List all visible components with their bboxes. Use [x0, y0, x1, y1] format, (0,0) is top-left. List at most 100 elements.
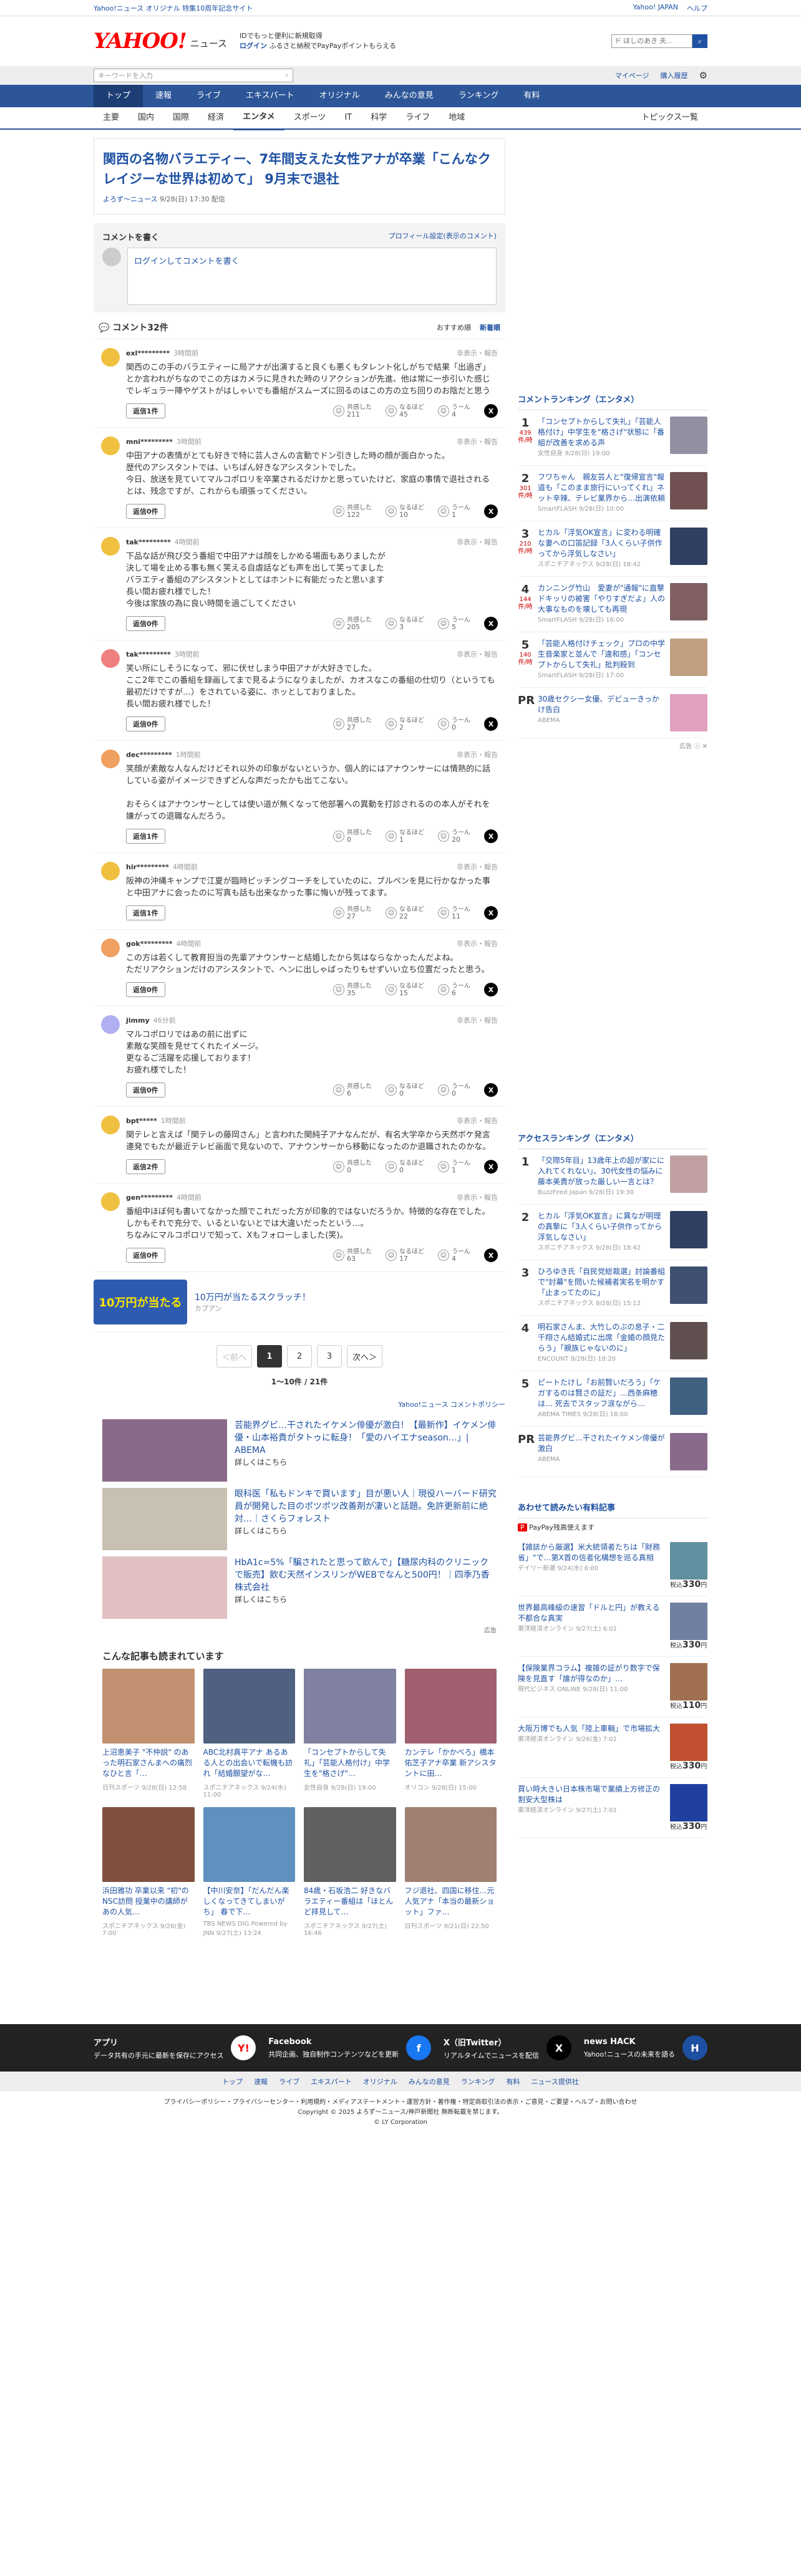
comment-login-textarea[interactable]: ログインしてコメントを書く: [127, 248, 497, 305]
reply-button[interactable]: 返信1件: [126, 905, 165, 920]
recommended-title[interactable]: 浜田雅功 卒業以来 "初"のNSC訪問 授業中の講師があの人気…: [102, 1886, 195, 1918]
reaction-naruhodo[interactable]: ☺ なるほど 2: [386, 717, 424, 731]
ranking-item[interactable]: PR 芸能界グビ…干されたイケメン俳優が激白 ABEMA: [518, 1427, 707, 1477]
sort-new[interactable]: 新着順: [480, 322, 500, 332]
comment-user[interactable]: bpt*****: [126, 1117, 157, 1125]
paid-title[interactable]: 【雑誌から厳選】米大統領者たちは「財務省」"で…第X首の信者化構想を巡る真相 デイ…: [518, 1542, 665, 1589]
report-link[interactable]: 非表示・報告: [457, 649, 498, 659]
recommended-item[interactable]: 【中川安奈】「だんだん楽しくなってきてしまいがち」 春で下… TBS NEWS D…: [203, 1807, 296, 1937]
cat-entertainment[interactable]: エンタメ: [233, 106, 284, 130]
topics-list-link[interactable]: トピックス一覧: [632, 107, 707, 129]
reaction-naruhodo[interactable]: ☺ なるほど 1: [386, 829, 424, 843]
paid-title[interactable]: 買い時大きい日本株市場で業績上方修正の割安大型株は 東洋経済オンライン 9/27(…: [518, 1784, 665, 1831]
reaction-naruhodo[interactable]: ☺ なるほど 22: [386, 906, 424, 920]
web-search-input[interactable]: [611, 34, 692, 48]
keyword-search-input[interactable]: キーワードを入力 ⌕: [94, 69, 293, 82]
article-source[interactable]: よろず～ニュース: [103, 195, 157, 203]
recommended-title[interactable]: フジ退社、四国に移住…元人気アナ「本当の最新ショット」ファ…: [405, 1886, 497, 1918]
x-share-icon[interactable]: X: [484, 404, 498, 418]
x-share-icon[interactable]: X: [484, 983, 498, 996]
sort-recommended[interactable]: おすすめ順: [437, 322, 471, 332]
reply-button[interactable]: 返信2件: [126, 1159, 165, 1174]
reaction-naruhodo[interactable]: ☺ なるほど 0: [386, 1160, 424, 1174]
reaction-hmm[interactable]: ☺ うーん 1: [438, 504, 470, 518]
comment-ranking-heading[interactable]: コメントランキング（エンタメ）: [518, 388, 707, 410]
reaction-empathy[interactable]: ☺ 共感した 35: [333, 983, 372, 996]
nav-top[interactable]: トップ: [94, 85, 143, 107]
reaction-naruhodo[interactable]: ☺ なるほど 17: [386, 1248, 424, 1262]
x-share-icon[interactable]: X: [484, 504, 498, 518]
recommended-item[interactable]: 浜田雅功 卒業以来 "初"のNSC訪問 授業中の講師があの人気… スポニチアネック…: [102, 1807, 195, 1937]
yahoo-news-logo[interactable]: YAHOO! ニュース: [94, 29, 227, 54]
reaction-empathy[interactable]: ☺ 共感した 205: [333, 617, 372, 630]
nav-paid[interactable]: 有料: [511, 85, 552, 107]
x-icon[interactable]: X: [546, 2035, 572, 2060]
x-share-icon[interactable]: X: [484, 1248, 498, 1262]
nav-live[interactable]: ライブ: [184, 85, 233, 107]
ad-item[interactable]: 芸能界グビ…干されたイケメン俳優が激白！【最新作】イケメン俳優・山本裕貴がタトゥ…: [102, 1419, 497, 1482]
comment-user[interactable]: hir*********: [126, 863, 169, 871]
reaction-hmm[interactable]: ☺ うーん 4: [438, 1248, 470, 1262]
yahoo-app-icon[interactable]: Y!: [231, 2035, 256, 2060]
nav-opinion[interactable]: みんなの意見: [372, 85, 446, 107]
ranking-item[interactable]: 5 ピートたけし「お前賢いだろう」「ケガするのは賢さの証だ」…西条麻穂は… 死去で…: [518, 1371, 707, 1427]
reaction-naruhodo[interactable]: ☺ なるほど 0: [386, 1083, 424, 1097]
reaction-empathy[interactable]: ☺ 共感した 211: [333, 404, 372, 418]
ranking-item[interactable]: 5 140 件/時 「芸能人格付けチェック」プロの中学生音楽家と並んで「違和感」「コン…: [518, 632, 707, 688]
paid-title[interactable]: 世界最高峰級の速習「ドルと円」が教える不都合な真実 東洋経済オンライン 9/27(…: [518, 1603, 665, 1650]
ranking-item[interactable]: 3 ひろゆき氏「自民党総裁選」討論番組で"討幕"を問いた候補者実名を明かす「止まっ…: [518, 1260, 707, 1316]
rank-title[interactable]: 「芸能人格付けチェック」プロの中学生音楽家と並んで「違和感」「コンセプトからして…: [538, 639, 665, 681]
cat-world[interactable]: 国際: [163, 107, 198, 129]
reaction-hmm[interactable]: ☺ うーん 5: [438, 617, 470, 630]
recommended-title[interactable]: ABC北村真平アナ あるある人との出会いで転機も訪れ「結婚願望がな…: [203, 1747, 296, 1780]
report-link[interactable]: 非表示・報告: [457, 537, 498, 547]
rank-title[interactable]: ヒカル「浮気OK宣言」に変わる明確な妻への口笛記録「3人くらい子供作ってから浮気…: [538, 528, 665, 570]
reply-button[interactable]: 返信0件: [126, 504, 165, 519]
footer-link[interactable]: ニュース提供社: [531, 2077, 578, 2086]
paid-title[interactable]: 【保険業界コラム】複雑の証がり数字で保険を見直す「誰が得なのか」… 現代ビジネス …: [518, 1663, 665, 1710]
comment-policy-link[interactable]: Yahoo!ニュース コメントポリシー: [94, 1399, 505, 1416]
cat-economy[interactable]: 経済: [198, 107, 233, 129]
ad-link[interactable]: 詳しくはこちら: [235, 1525, 497, 1536]
x-share-icon[interactable]: X: [484, 1083, 498, 1097]
paid-article[interactable]: 大阪万博でも人気「陸上車輌」で市場拡大 東洋経済オンライン 9/26(金) 7:0…: [518, 1717, 707, 1778]
mypage-link[interactable]: マイページ: [615, 70, 649, 80]
login-link[interactable]: ログイン: [240, 42, 267, 50]
paid-article[interactable]: 【保険業界コラム】複雑の証がり数字で保険を見直す「誰が得なのか」… 現代ビジネス …: [518, 1657, 707, 1717]
reaction-empathy[interactable]: ☺ 共感した 122: [333, 504, 372, 518]
reaction-empathy[interactable]: ☺ 共感した 63: [333, 1248, 372, 1262]
reaction-empathy[interactable]: ☺ 共感した 0: [333, 1160, 372, 1174]
recommended-item[interactable]: ABC北村真平アナ あるある人との出会いで転機も訪れ「結婚願望がな… スポニチアネ…: [203, 1669, 296, 1798]
reaction-empathy[interactable]: ☺ 共感した 27: [333, 906, 372, 920]
ranking-item[interactable]: 1 「交際5年目」13歳年上の超が家にに入れてくれない」、30代女性の悩みに藤本美…: [518, 1149, 707, 1205]
rank-title[interactable]: カンニング竹山 愛妻が"通報"に直撃ドキッリの被害「やりすぎだよ」人の大事なもの…: [538, 583, 665, 625]
paid-article[interactable]: 【雑誌から厳選】米大統領者たちは「財務省」"で…第X首の信者化構想を巡る真相 デイ…: [518, 1536, 707, 1596]
scratch-ad[interactable]: 10万円が当たる 10万円が当たるスクラッチ！ カブアン: [94, 1272, 505, 1333]
comment-user[interactable]: tak*********: [126, 538, 171, 546]
article-title[interactable]: 関西の名物バラエティー、7年間支えた女性アナが卒業「こんなクレイジーな世界は初め…: [103, 149, 496, 189]
reaction-empathy[interactable]: ☺ 共感した 0: [333, 829, 372, 843]
recommended-item[interactable]: フジ退社、四国に移住…元人気アナ「本当の最新ショット」ファ… 日刊スポーツ 9/2…: [404, 1807, 497, 1937]
recommended-title[interactable]: 【中川安奈】「だんだん楽しくなってきてしまいがち」 春で下…: [203, 1886, 296, 1918]
gear-icon[interactable]: ⚙: [699, 70, 707, 81]
report-link[interactable]: 非表示・報告: [457, 1015, 498, 1025]
x-share-icon[interactable]: X: [484, 906, 498, 920]
reply-button[interactable]: 返信0件: [126, 982, 165, 997]
comment-user[interactable]: jimmy: [126, 1016, 150, 1025]
x-share-icon[interactable]: X: [484, 1160, 498, 1174]
yahoo-japan-link[interactable]: Yahoo! JAPAN: [633, 3, 678, 13]
cat-sports[interactable]: スポーツ: [284, 107, 336, 129]
nav-ranking[interactable]: ランキング: [446, 85, 512, 107]
original-10th-link[interactable]: Yahoo!ニュース オリジナル 特集10周年記念サイト: [94, 3, 253, 13]
reaction-naruhodo[interactable]: ☺ なるほど 3: [386, 617, 424, 630]
nav-breaking[interactable]: 速報: [143, 85, 184, 107]
ranking-item[interactable]: 3 210 件/時 ヒカル「浮気OK宣言」に変わる明確な妻への口笛記録「3人くらい子供…: [518, 521, 707, 577]
ranking-item[interactable]: 1 439 件/時 「コンセプトからして失礼」「芸能人格付け」中学生を"格さげ"状態に…: [518, 410, 707, 466]
facebook-icon[interactable]: f: [406, 2035, 432, 2060]
reaction-empathy[interactable]: ☺ 共感した 27: [333, 717, 372, 731]
ad-link[interactable]: 詳しくはこちら: [235, 1594, 497, 1604]
footer-app[interactable]: Facebook 共同企画、独自制作コンテンツなどを更新 f: [268, 2035, 432, 2060]
page-1[interactable]: 1: [257, 1345, 282, 1368]
ad-title[interactable]: HbA1c=5%「騙されたと思って飲んで」【糖尿内科のクリニックで販売】飲む天然…: [235, 1556, 497, 1594]
recommended-item[interactable]: カンテレ「かかべろ」橋本佑芝子アナ卒業 新アシスタントに田… オリコン 9/28(…: [404, 1669, 497, 1798]
